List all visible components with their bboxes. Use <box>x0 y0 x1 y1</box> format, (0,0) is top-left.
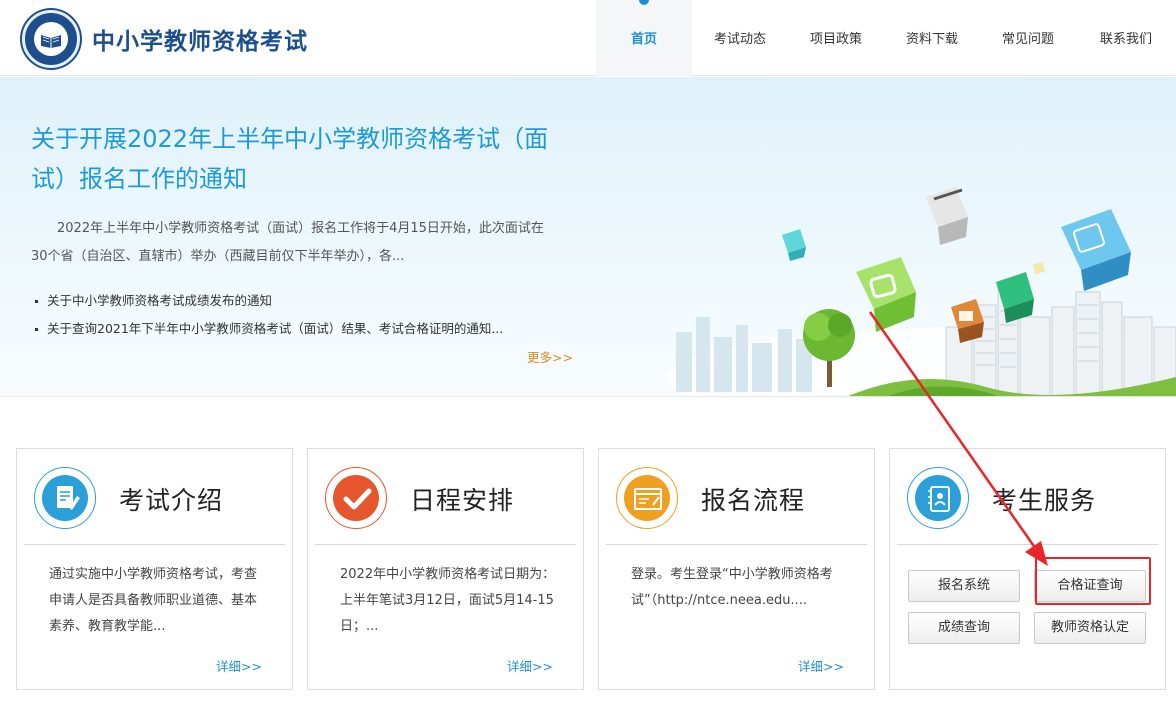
card-description: 通过实施中小学教师资格考试，考查申请人是否具备教师职业道德、基本素养、教育教学能… <box>49 567 258 634</box>
nav-item-policy[interactable]: 项目政策 <box>788 0 884 76</box>
banner-news-list: 关于中小学教师资格考试成绩发布的通知 关于查询2021年下半年中小学教师资格考试… <box>33 287 573 343</box>
nav-item-faq[interactable]: 常见问题 <box>980 0 1076 76</box>
card-description: 登录。考生登录“中小学教师资格考试”（http://ntce.neea.edu.… <box>631 567 833 608</box>
document-pen-icon <box>34 467 96 529</box>
card-title: 日程安排 <box>410 486 515 515</box>
news-link-item[interactable]: 关于查询2021年下半年中小学教师资格考试（面试）结果、考试合格证明的通知... <box>33 315 573 343</box>
nav-item-home[interactable]: 首页 <box>596 0 692 76</box>
form-window-icon <box>616 467 678 529</box>
nav-item-downloads[interactable]: 资料下载 <box>884 0 980 76</box>
site-title: 中小学教师资格考试 <box>92 29 308 55</box>
score-query-button[interactable]: 成绩查询 <box>908 612 1020 644</box>
card-detail-link[interactable]: 详细>> <box>798 656 844 675</box>
site-logo-icon[interactable] <box>22 10 80 68</box>
checkmark-icon <box>325 467 387 529</box>
card-title: 考生服务 <box>992 486 1097 515</box>
card-title: 考试介绍 <box>119 486 224 515</box>
city-illustration <box>666 187 1176 396</box>
teacher-certification-button[interactable]: 教师资格认定 <box>1034 612 1146 644</box>
news-banner: 关于开展2022年上半年中小学教师资格考试（面试）报名工作的通知 2022年上半… <box>0 77 1176 397</box>
main-nav: 首页 考试动态 项目政策 资料下载 常见问题 联系我们 <box>596 0 1176 76</box>
nav-item-exam-news[interactable]: 考试动态 <box>692 0 788 76</box>
news-link-item[interactable]: 关于中小学教师资格考试成绩发布的通知 <box>33 287 573 315</box>
card-detail-link[interactable]: 详细>> <box>216 656 262 675</box>
card-exam-intro: 考试介绍 通过实施中小学教师资格考试，考查申请人是否具备教师职业道德、基本素养、… <box>16 448 293 690</box>
banner-summary: 2022年上半年中小学教师资格考试（面试）报名工作将于4月15日开始，此次面试在… <box>31 221 544 264</box>
highlight-box <box>1035 557 1151 605</box>
card-description: 2022年中小学教师资格考试日期为：上半年笔试3月12日，面试5月14-15日；… <box>340 567 556 634</box>
more-news-link[interactable]: 更多>> <box>527 347 573 366</box>
contact-book-icon <box>907 467 969 529</box>
banner-headline[interactable]: 关于开展2022年上半年中小学教师资格考试（面试）报名工作的通知 <box>31 119 571 199</box>
site-header: 中小学教师资格考试 首页 考试动态 项目政策 资料下载 常见问题 联系我们 <box>0 0 1176 76</box>
card-detail-link[interactable]: 详细>> <box>507 656 553 675</box>
nav-item-contact[interactable]: 联系我们 <box>1076 0 1176 76</box>
card-schedule: 日程安排 2022年中小学教师资格考试日期为：上半年笔试3月12日，面试5月14… <box>307 448 584 690</box>
registration-system-button[interactable]: 报名系统 <box>908 570 1020 602</box>
card-registration-process: 报名流程 登录。考生登录“中小学教师资格考试”（http://ntce.neea… <box>598 448 875 690</box>
card-title: 报名流程 <box>701 486 806 515</box>
